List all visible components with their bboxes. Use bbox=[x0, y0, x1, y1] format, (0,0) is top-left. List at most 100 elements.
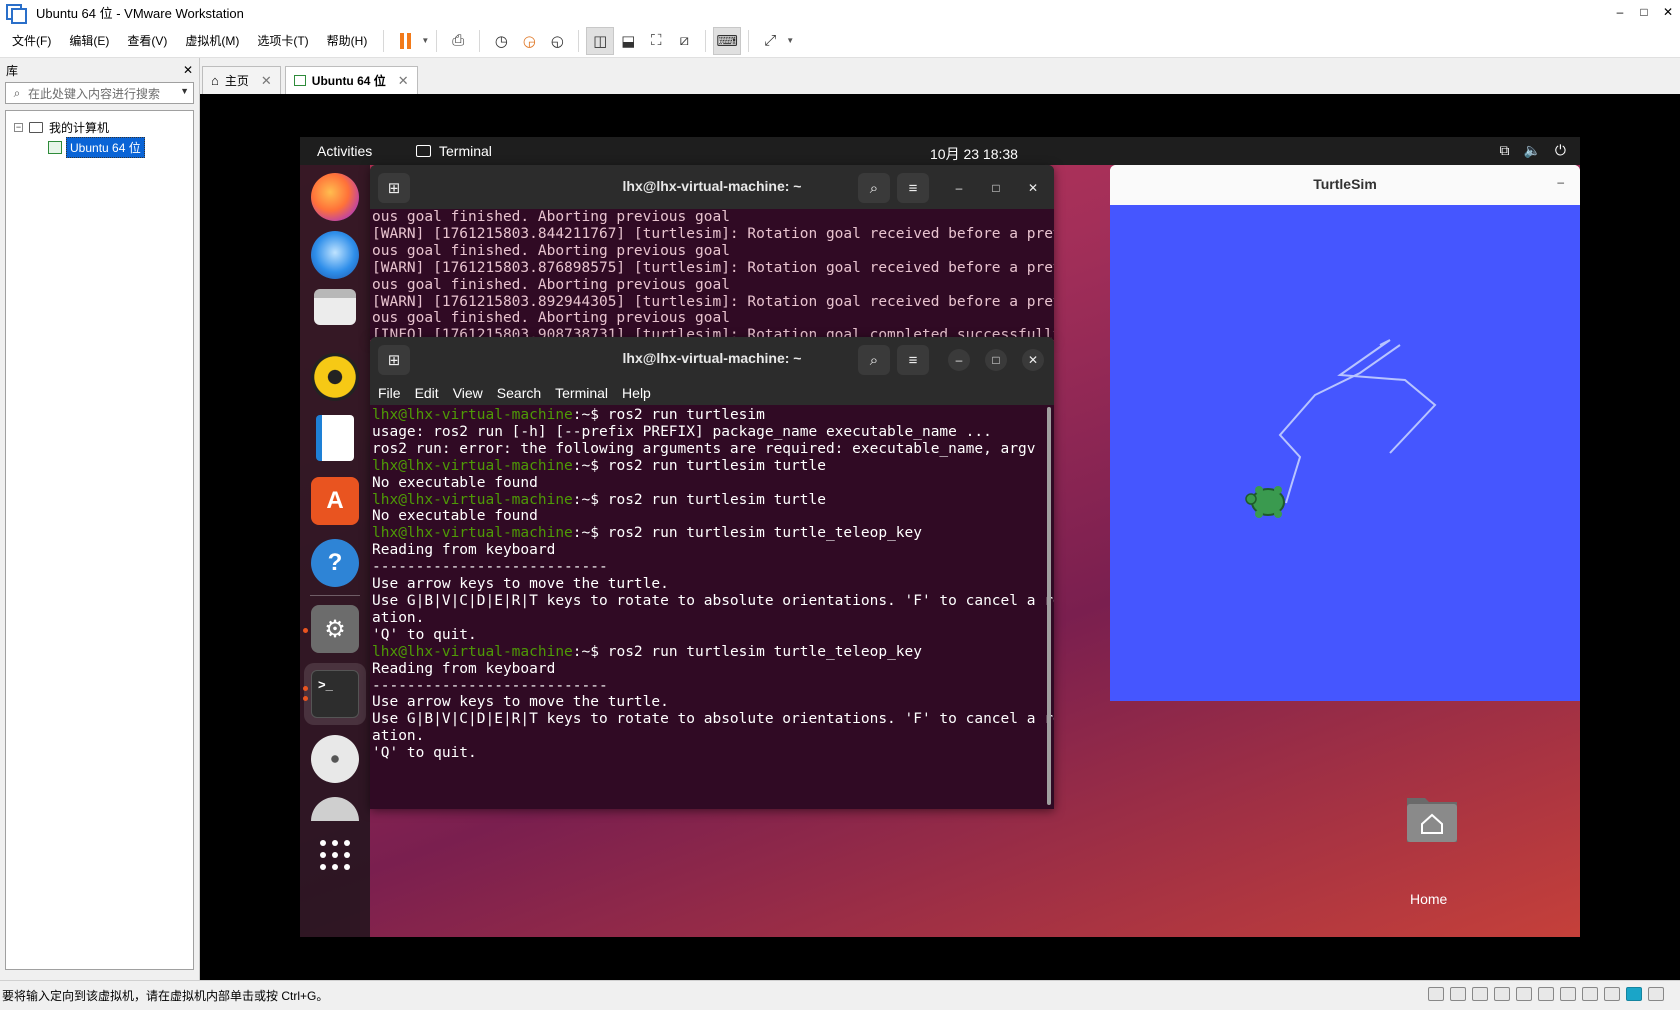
library-search-input[interactable]: ⌕ 在此处键入内容进行搜索 ▼ bbox=[5, 82, 194, 104]
hard-disk-icon[interactable] bbox=[1428, 987, 1444, 1001]
terminal-output-line: ros2 run: error: the following arguments… bbox=[372, 440, 1036, 457]
vmware-tools-icon[interactable] bbox=[1626, 987, 1642, 1001]
maximize-button[interactable]: □ bbox=[1632, 0, 1656, 24]
help-icon[interactable]: ? bbox=[311, 539, 359, 587]
search-button[interactable]: ⌕ bbox=[858, 345, 890, 375]
terminal-output-line: ation. bbox=[372, 728, 425, 745]
cd-dvd-icon[interactable] bbox=[1450, 987, 1466, 1001]
camera-icon[interactable] bbox=[1604, 987, 1620, 1001]
maximize-window-button[interactable]: □ bbox=[985, 177, 1007, 199]
show-apps-icon[interactable] bbox=[311, 831, 359, 879]
search-button[interactable]: ⌕ bbox=[858, 173, 890, 203]
dock-separator bbox=[310, 595, 360, 596]
display-icon[interactable] bbox=[1516, 987, 1532, 1001]
home-folder-icon[interactable] bbox=[1405, 792, 1459, 844]
firefox-icon[interactable] bbox=[311, 173, 359, 221]
libreoffice-writer-icon[interactable] bbox=[316, 415, 354, 461]
menu-help[interactable]: 帮助(H) bbox=[318, 32, 377, 49]
search-icon: ⌕ bbox=[13, 85, 21, 100]
collapse-icon[interactable]: − bbox=[14, 122, 23, 132]
minimize-window-button[interactable]: – bbox=[948, 177, 970, 199]
terminal-icon[interactable]: >_ bbox=[311, 670, 359, 718]
system-status-area[interactable]: ⧉ 🔈 ⏻ bbox=[1499, 142, 1566, 159]
printer-icon[interactable] bbox=[1560, 987, 1576, 1001]
app-center-icon[interactable]: A bbox=[311, 477, 359, 525]
pause-button[interactable] bbox=[391, 27, 419, 55]
turtlesim-window[interactable]: TurtleSim – bbox=[1110, 165, 1580, 701]
full-screen-button[interactable]: ⛶ bbox=[642, 27, 670, 55]
stretch-button[interactable]: ⤢ bbox=[756, 27, 784, 55]
tab-home[interactable]: ⌂ 主页 ✕ bbox=[202, 66, 281, 94]
network-adapter-icon[interactable] bbox=[1472, 987, 1488, 1001]
prompt-suffix: :~$ bbox=[572, 525, 599, 542]
settings-icon[interactable]: ⚙ bbox=[311, 605, 359, 653]
tab-close-icon[interactable]: ✕ bbox=[398, 73, 409, 89]
close-window-button[interactable]: ✕ bbox=[1022, 349, 1044, 371]
tab-ubuntu[interactable]: Ubuntu 64 位 ✕ bbox=[284, 66, 418, 94]
maximize-window-button[interactable]: □ bbox=[985, 349, 1007, 371]
terminal-scrollbar[interactable] bbox=[1047, 407, 1051, 805]
revert-snapshot-button[interactable]: ◶ bbox=[515, 27, 543, 55]
close-window-button[interactable]: ✕ bbox=[1022, 177, 1044, 199]
usb-icon[interactable] bbox=[1494, 987, 1510, 1001]
menu-help[interactable]: Help bbox=[615, 385, 658, 401]
minimize-window-button[interactable]: – bbox=[948, 349, 970, 371]
window-controls: – □ ✕ bbox=[1608, 0, 1680, 24]
terminal-headerbar: ⊞ lhx@lhx-virtual-machine: ~ ⌕ ≡ – □ ✕ bbox=[370, 337, 1054, 381]
search-dropdown-icon[interactable]: ▼ bbox=[180, 86, 189, 96]
turtlesim-canvas[interactable] bbox=[1110, 205, 1580, 701]
terminal-window-background[interactable]: ⊞ lhx@lhx-virtual-machine: ~ ⌕ ≡ – □ ✕ o… bbox=[370, 165, 1054, 340]
activities-button[interactable]: Activities bbox=[317, 143, 372, 159]
tree-item-ubuntu-vm[interactable]: Ubuntu 64 位 bbox=[6, 136, 193, 158]
terminal-line: ous goal finished. Aborting previous goa… bbox=[372, 209, 730, 225]
thumbnail-bar-button[interactable]: ⬓ bbox=[614, 27, 642, 55]
send-ctrl-alt-del-button[interactable]: ⎙ bbox=[444, 27, 472, 55]
library-header: 库 ✕ bbox=[0, 58, 199, 82]
stretch-dropdown-icon[interactable]: ▼ bbox=[786, 36, 794, 45]
serial-port-icon[interactable] bbox=[1582, 987, 1598, 1001]
minimize-window-button[interactable]: – bbox=[1557, 175, 1564, 189]
vm-icon bbox=[293, 75, 306, 86]
terminal-line: [WARN] [1761215803.876898575] [turtlesim… bbox=[372, 259, 1054, 276]
menu-edit[interactable]: Edit bbox=[408, 385, 446, 401]
terminal-output-line: Reading from keyboard bbox=[372, 660, 556, 677]
vm-icon bbox=[48, 140, 62, 154]
menu-edit[interactable]: 编辑(E) bbox=[60, 32, 118, 49]
menu-tabs[interactable]: 选项卡(T) bbox=[248, 32, 317, 49]
snapshot-manager-button[interactable]: ◵ bbox=[543, 27, 571, 55]
minimize-button[interactable]: – bbox=[1608, 0, 1632, 24]
console-view-button[interactable]: ⌨ bbox=[713, 26, 742, 55]
files-icon[interactable] bbox=[314, 289, 356, 325]
terminal-output-line: 'Q' to quit. bbox=[372, 745, 477, 762]
terminal-output[interactable]: lhx@lhx-virtual-machine:~$ ros2 run turt… bbox=[370, 405, 1054, 762]
terminal-window-foreground[interactable]: ⊞ lhx@lhx-virtual-machine: ~ ⌕ ≡ – □ ✕ F… bbox=[370, 337, 1054, 809]
tab-close-icon[interactable]: ✕ bbox=[261, 73, 272, 89]
vm-console[interactable]: Activities Terminal 10月 23 18:38 ⧉ 🔈 ⏻ A… bbox=[200, 94, 1680, 980]
thunderbird-icon[interactable] bbox=[311, 231, 359, 279]
message-log-icon[interactable] bbox=[1648, 987, 1664, 1001]
disk-icon[interactable] bbox=[311, 797, 359, 821]
menu-file[interactable]: File bbox=[371, 385, 408, 401]
dvd-icon[interactable] bbox=[311, 735, 359, 783]
tree-item-my-computer[interactable]: − 我的计算机 bbox=[6, 117, 193, 137]
menu-terminal[interactable]: Terminal bbox=[548, 385, 615, 401]
hamburger-menu-button[interactable]: ≡ bbox=[897, 345, 929, 375]
menu-view[interactable]: View bbox=[446, 385, 490, 401]
hamburger-menu-button[interactable]: ≡ bbox=[897, 173, 929, 203]
unity-button[interactable]: ⧄ bbox=[670, 27, 698, 55]
app-menu[interactable]: Terminal bbox=[416, 143, 492, 159]
sound-icon[interactable] bbox=[1538, 987, 1554, 1001]
menu-file[interactable]: 文件(F) bbox=[3, 32, 60, 49]
close-button[interactable]: ✕ bbox=[1656, 0, 1680, 24]
terminal-output[interactable]: ous goal finished. Aborting previous goa… bbox=[370, 209, 1054, 340]
snapshot-button[interactable]: ◷ bbox=[487, 27, 515, 55]
menu-vm[interactable]: 虚拟机(M) bbox=[176, 32, 248, 49]
rhythmbox-icon[interactable] bbox=[311, 353, 359, 401]
menu-view[interactable]: 查看(V) bbox=[118, 32, 176, 49]
pause-dropdown-icon[interactable]: ▼ bbox=[421, 36, 429, 45]
ubuntu-desktop[interactable]: Activities Terminal 10月 23 18:38 ⧉ 🔈 ⏻ A… bbox=[300, 137, 1580, 937]
show-library-button[interactable]: ◫ bbox=[586, 26, 615, 55]
library-close-icon[interactable]: ✕ bbox=[183, 63, 193, 77]
clock[interactable]: 10月 23 18:38 bbox=[930, 144, 1018, 164]
menu-search[interactable]: Search bbox=[490, 385, 548, 401]
